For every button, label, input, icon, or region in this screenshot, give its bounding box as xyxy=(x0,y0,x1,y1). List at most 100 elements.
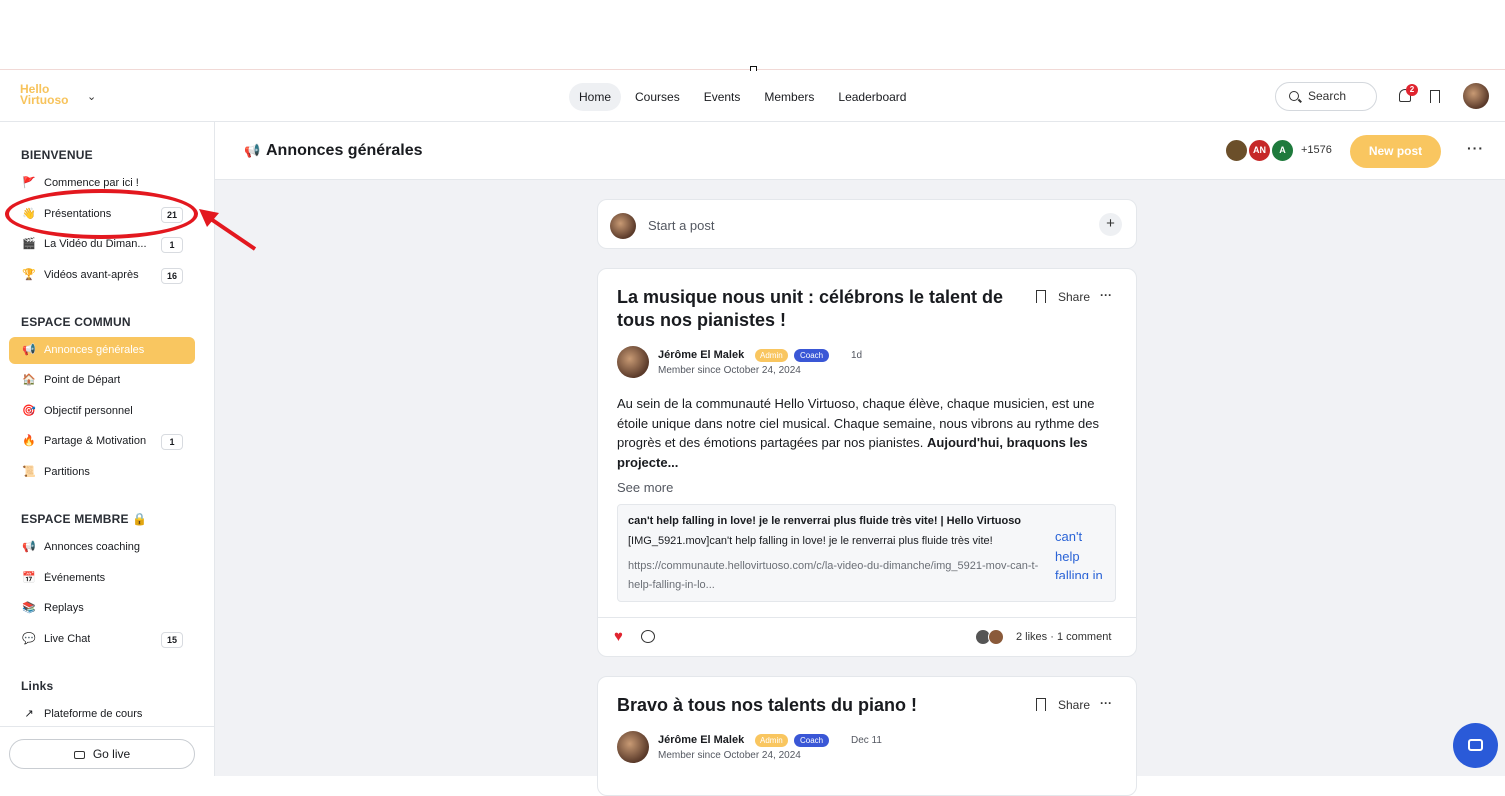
share-button[interactable]: Share xyxy=(1058,698,1090,712)
likes-comments-summary[interactable]: 2 likes · 1 comment xyxy=(1016,631,1111,643)
plus-icon[interactable]: + xyxy=(1099,213,1122,236)
member-since: Member since October 24, 2024 xyxy=(658,365,801,376)
post-body: Au sein de la communauté Hello Virtuoso,… xyxy=(617,394,1117,472)
fire-icon: 🔥 xyxy=(22,435,36,447)
chat-button[interactable] xyxy=(1453,723,1498,768)
link-preview-card[interactable]: can't help falling in love! je le renver… xyxy=(617,504,1116,602)
sidebar-item-label: La Vidéo du Diman... xyxy=(44,238,147,250)
user-avatar[interactable] xyxy=(1463,83,1489,109)
author-name[interactable]: Jérôme El Malek xyxy=(658,734,744,746)
sidebar-item-objectif[interactable]: 🎯 Objectif personnel xyxy=(9,398,195,425)
sidebar-item-label: Objectif personnel xyxy=(44,405,133,417)
new-post-button[interactable]: New post xyxy=(1350,135,1441,168)
member-avatar[interactable]: A xyxy=(1271,139,1294,162)
nav-members[interactable]: Members xyxy=(754,83,824,111)
main-nav: Home Courses Events Members Leaderboard xyxy=(569,83,920,111)
sidebar-item-point-de-depart[interactable]: 🏠 Point de Départ xyxy=(9,367,195,394)
author-avatar[interactable] xyxy=(617,346,649,378)
nav-events[interactable]: Events xyxy=(694,83,751,111)
post-title[interactable]: Bravo à tous nos talents du piano ! xyxy=(617,694,1027,717)
nav-leaderboard[interactable]: Leaderboard xyxy=(828,83,916,111)
member-avatar[interactable] xyxy=(1225,139,1248,162)
annotation-arrow-icon xyxy=(199,209,257,251)
sidebar-divider xyxy=(0,726,214,727)
link-description: [IMG_5921.mov]can't help falling in love… xyxy=(628,535,993,547)
go-live-button[interactable]: Go live xyxy=(9,739,195,769)
share-button[interactable]: Share xyxy=(1058,290,1090,304)
space-title: Annonces générales xyxy=(266,142,423,159)
go-live-label: Go live xyxy=(92,747,131,761)
composer-placeholder: Start a post xyxy=(648,218,715,233)
likes-count[interactable]: 2 likes xyxy=(1016,631,1047,643)
top-blank-area xyxy=(0,0,1505,70)
sidebar-item-label: Replays xyxy=(44,602,84,614)
sidebar-item-label: Live Chat xyxy=(44,633,91,645)
sidebar-item-partage[interactable]: 🔥 Partage & Motivation 1 xyxy=(9,428,195,455)
megaphone-icon: 📢 xyxy=(22,541,36,553)
target-icon: 🎯 xyxy=(22,405,36,417)
unread-count: 15 xyxy=(161,632,183,648)
clapper-icon: 🎬 xyxy=(22,238,36,250)
megaphone-icon: 📢 xyxy=(244,143,261,158)
see-more-link[interactable]: See more xyxy=(617,480,673,495)
unread-count: 1 xyxy=(161,434,183,450)
sidebar-item-annonces-coaching[interactable]: 📢 Annonces coaching xyxy=(9,534,195,561)
search-button[interactable]: Search xyxy=(1275,82,1377,111)
comment-icon[interactable] xyxy=(641,630,655,643)
more-options-icon[interactable]: ··· xyxy=(1100,288,1112,302)
trophy-icon: 🏆 xyxy=(22,269,36,281)
section-title-links: Links xyxy=(21,679,54,693)
sidebar-item-label: Point de Départ xyxy=(44,374,121,386)
sidebar-item-plateforme[interactable]: ↗ Plateforme de cours xyxy=(9,701,195,728)
sidebar-item-live-chat[interactable]: 💬 Live Chat 15 xyxy=(9,626,195,653)
post-title[interactable]: La musique nous unit : célébrons le tale… xyxy=(617,286,1027,332)
admin-badge: Admin xyxy=(755,349,788,362)
bookmark-icon[interactable] xyxy=(1036,698,1046,711)
comments-count[interactable]: 1 comment xyxy=(1057,631,1111,643)
more-options-icon[interactable]: ··· xyxy=(1467,140,1484,156)
sidebar-item-partitions[interactable]: 📜 Partitions xyxy=(9,459,195,486)
post-time[interactable]: Dec 11 xyxy=(851,735,882,746)
sidebar-item-evenements[interactable]: 📅 Événements xyxy=(9,565,195,592)
scroll-icon: 📜 xyxy=(22,466,36,478)
section-title-espace-commun: ESPACE COMMUN xyxy=(21,315,131,329)
sidebar-item-label: Plateforme de cours xyxy=(44,708,143,720)
bookmark-icon[interactable] xyxy=(1036,290,1046,303)
link-thumbnail: can't help falling in lo xyxy=(1055,529,1103,579)
sidebar-item-videos-avant-apres[interactable]: 🏆 Vidéos avant-après 16 xyxy=(9,262,195,289)
more-options-icon[interactable]: ··· xyxy=(1100,696,1112,710)
author-avatar[interactable] xyxy=(617,731,649,763)
nav-courses[interactable]: Courses xyxy=(625,83,690,111)
megaphone-icon: 📢 xyxy=(22,344,36,356)
sidebar-item-annonces-generales[interactable]: 📢 Annonces générales xyxy=(9,337,195,364)
coach-badge: Coach xyxy=(794,349,830,362)
post-time[interactable]: 1d xyxy=(851,350,862,361)
main-content: 📢 Annonces générales AN A +1576 New post… xyxy=(215,122,1505,796)
chevron-down-icon[interactable]: ⌄ xyxy=(87,90,96,103)
nav-home[interactable]: Home xyxy=(569,83,622,111)
sidebar-item-label: Partage & Motivation xyxy=(44,435,147,447)
chat-bubble-icon xyxy=(1468,739,1483,751)
sidebar-item-label: Vidéos avant-après xyxy=(44,269,139,281)
brand-logo[interactable]: Hello Virtuoso xyxy=(20,83,68,106)
sidebar-item-label: Événements xyxy=(44,572,106,584)
bookmark-icon[interactable] xyxy=(1430,90,1440,103)
unread-count: 1 xyxy=(161,237,183,253)
sidebar-item-label: Commence par ici ! xyxy=(44,177,139,189)
coach-badge: Coach xyxy=(794,734,830,747)
sidebar-item-replays[interactable]: 📚 Replays xyxy=(9,595,195,622)
sidebar-item-label: Annonces générales xyxy=(44,344,145,356)
member-avatar[interactable]: AN xyxy=(1248,139,1271,162)
top-header: Hello Virtuoso ⌄ Home Courses Events Mem… xyxy=(0,71,1505,122)
post-composer[interactable]: Start a post + xyxy=(597,199,1137,249)
section-title-espace-membre: ESPACE MEMBRE 🔒 xyxy=(21,512,148,526)
sidebar-item-label: Annonces coaching xyxy=(44,541,141,553)
sidebar-item-label: Partitions xyxy=(44,466,90,478)
post-footer: ♥ 2 likes · 1 comment xyxy=(598,617,1136,655)
author-name[interactable]: Jérôme El Malek xyxy=(658,349,744,361)
link-url: https://communaute.hellovirtuoso.com/c/l… xyxy=(628,560,1039,591)
heart-icon[interactable]: ♥ xyxy=(614,628,623,645)
speech-bubble-icon: 💬 xyxy=(22,633,36,645)
member-count[interactable]: +1576 xyxy=(1301,144,1332,156)
search-label: Search xyxy=(1308,89,1347,103)
